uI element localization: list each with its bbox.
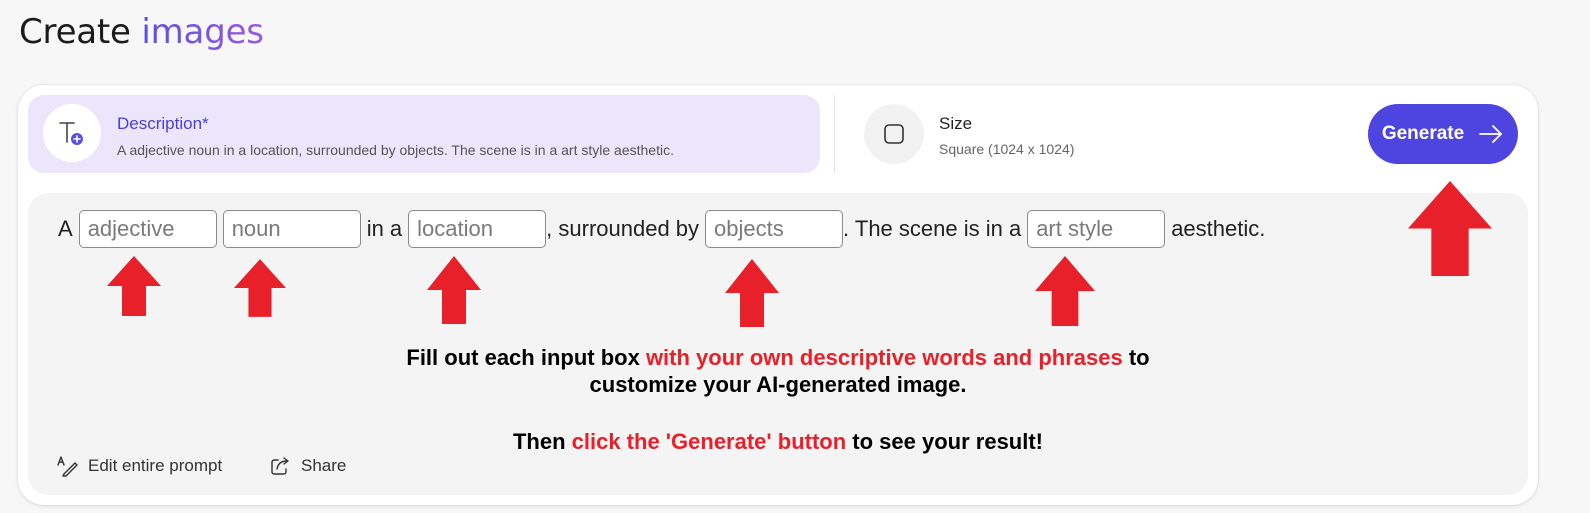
square-icon[interactable]: [864, 104, 924, 164]
share-button[interactable]: Share: [269, 455, 346, 477]
description-label: Description*: [117, 114, 209, 133]
noun-input[interactable]: [222, 210, 361, 248]
prompt-word: aesthetic.: [1171, 216, 1266, 241]
generate-button-label: Generate: [1381, 123, 1465, 144]
location-input[interactable]: [408, 210, 547, 248]
red-up-arrow-icon: [234, 259, 286, 317]
instruction-highlight: click the 'Generate' button: [571, 429, 847, 454]
instruction-highlight: with your own descriptive words and phra…: [645, 345, 1123, 370]
instruction-line: Fill out each input box with your own de…: [28, 344, 1528, 371]
red-up-arrow-icon: [107, 256, 161, 316]
instruction-text: Then: [512, 429, 572, 454]
description-panel[interactable]: Description* A adjective noun in a locat…: [28, 95, 820, 173]
prompt-word: . The scene is in a: [843, 216, 1022, 241]
divider: [834, 95, 835, 173]
prompt-word: A: [58, 216, 73, 241]
red-up-arrow-icon: [725, 259, 779, 327]
adjective-input[interactable]: [78, 210, 217, 248]
instruction-text: Fill out each input box: [406, 345, 646, 370]
edit-prompt-icon: [57, 456, 78, 477]
edit-entire-prompt-button[interactable]: Edit entire prompt: [56, 455, 222, 477]
red-up-arrow-icon: [1035, 256, 1095, 326]
instruction-line: Then click the 'Generate' button to see …: [28, 428, 1528, 455]
instruction-text: customize your AI-generated image.: [589, 372, 967, 397]
page-title-plain: Create: [19, 12, 131, 52]
art-style-input[interactable]: [1027, 210, 1166, 248]
share-icon: [271, 457, 289, 475]
description-text: A adjective noun in a location, surround…: [117, 142, 674, 158]
create-card: Description* A adjective noun in a locat…: [18, 85, 1538, 505]
prompt-builder: A in a , surrounded by . The scene is in…: [28, 193, 1528, 495]
red-up-arrow-icon: [427, 256, 481, 324]
share-label: Share: [301, 456, 347, 475]
page-title-accent: images: [141, 12, 264, 52]
arrow-right-icon: [1479, 125, 1503, 143]
instruction-text: to see your result!: [846, 429, 1044, 454]
instruction-line: customize your AI-generated image.: [28, 371, 1528, 398]
size-value[interactable]: Square (1024 x 1024): [939, 141, 1074, 157]
red-up-arrow-icon: [1408, 181, 1492, 276]
generate-button[interactable]: Generate: [1368, 104, 1518, 164]
size-label[interactable]: Size: [939, 114, 972, 134]
prompt-sentence: A in a , surrounded by . The scene is in…: [58, 209, 1271, 249]
objects-input[interactable]: [705, 210, 844, 248]
text-add-icon: [43, 104, 101, 162]
page-title: Create images: [19, 12, 264, 52]
prompt-word: , surrounded by: [546, 216, 700, 241]
prompt-word: in a: [366, 216, 403, 241]
instruction-text: to: [1122, 345, 1150, 370]
edit-entire-prompt-label: Edit entire prompt: [88, 456, 223, 475]
